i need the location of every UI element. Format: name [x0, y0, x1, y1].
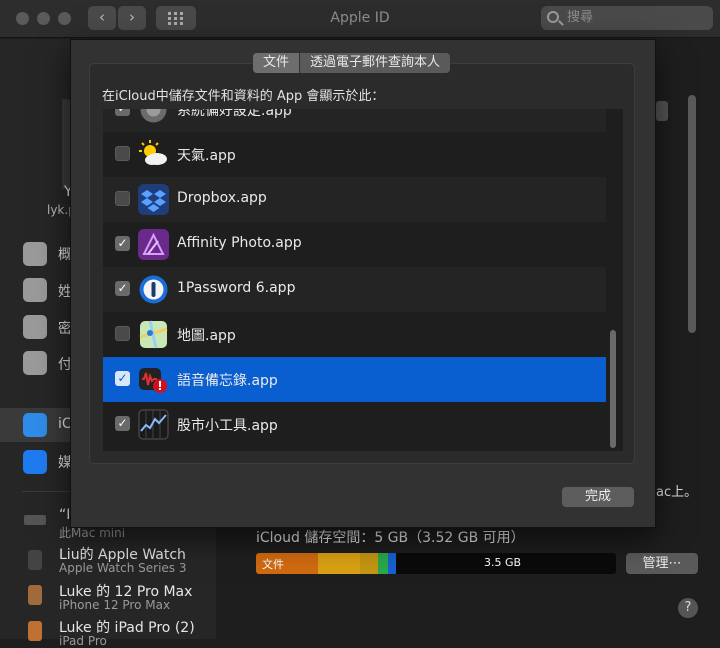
mac-mini-icon — [24, 515, 46, 525]
chevron-left-icon: ‹ — [99, 8, 105, 26]
dropbox-icon — [138, 184, 169, 215]
list-item[interactable]: ✓ 系統偏好設定.app — [103, 109, 606, 132]
appstore-icon — [23, 450, 47, 474]
app-checkbox[interactable]: ✓ — [115, 236, 130, 251]
app-name: 天氣.app — [177, 148, 236, 164]
apple-watch-icon — [28, 550, 42, 570]
1password-icon — [139, 275, 168, 304]
lock-icon — [23, 315, 47, 339]
icloud-icon — [23, 413, 47, 437]
maps-icon — [139, 320, 168, 349]
help-button[interactable]: ? — [678, 598, 698, 618]
minimize-window-button[interactable] — [37, 12, 50, 25]
window-title: Apple ID — [330, 10, 390, 26]
app-name: 系統偏好設定.app — [177, 109, 292, 119]
search-icon — [547, 11, 559, 23]
storage-segment-green — [378, 553, 388, 574]
app-name: 1Password 6.app — [177, 280, 296, 296]
app-name: 地圖.app — [177, 328, 236, 344]
system-preferences-icon — [140, 109, 167, 123]
done-button[interactable]: 完成 — [562, 487, 634, 507]
app-name: 股市小工具.app — [177, 418, 278, 434]
storage-bar: 文件 3.5 GB — [256, 553, 616, 574]
storage-docs-label: 文件 — [262, 558, 284, 571]
chevron-right-icon: › — [129, 8, 135, 26]
app-checkbox[interactable] — [115, 191, 130, 206]
list-item[interactable]: ✓ 股市小工具.app — [103, 402, 606, 447]
icloud-storage-label: iCloud 儲存空間：5 GB（3.52 GB 可用） — [256, 530, 525, 546]
list-item[interactable]: Dropbox.app — [103, 177, 606, 222]
device-sub: iPhone 12 Pro Max — [59, 598, 171, 612]
storage-segment-blue — [388, 553, 396, 574]
apple-icon — [23, 242, 47, 266]
app-checkbox[interactable]: ✓ — [115, 416, 130, 431]
affinity-photo-icon — [138, 229, 169, 260]
card-icon — [23, 351, 47, 375]
app-name: Affinity Photo.app — [177, 235, 302, 251]
close-window-button[interactable] — [16, 12, 29, 25]
search-input[interactable]: 搜尋 — [541, 6, 713, 30]
app-name: 語音備忘錄.app — [177, 373, 278, 389]
show-all-button[interactable] — [156, 6, 196, 30]
zoom-window-button[interactable] — [58, 12, 71, 25]
device-name: “I — [59, 507, 71, 523]
stocks-icon — [138, 409, 169, 440]
app-name: Dropbox.app — [177, 190, 267, 206]
storage-free-label: 3.5 GB — [484, 556, 522, 569]
iphone-icon — [28, 585, 42, 605]
device-sub: Apple Watch Series 3 — [59, 561, 187, 575]
app-checkbox[interactable] — [115, 326, 130, 341]
manage-button[interactable]: 管理⋯ — [626, 553, 698, 574]
app-list[interactable]: ✓ 系統偏好設定.app 天氣.app Dropbox.app ✓ Affini… — [103, 109, 623, 451]
background-scrollbar[interactable] — [688, 95, 696, 333]
mac-option-text: ac上。 — [656, 485, 698, 500]
title-bar: ‹ › Apple ID 搜尋 — [0, 0, 720, 38]
app-checkbox[interactable]: ✓ — [115, 109, 130, 116]
search-placeholder: 搜尋 — [567, 10, 594, 25]
list-item[interactable]: ✓ 1Password 6.app — [103, 267, 606, 312]
list-scrollbar[interactable] — [610, 330, 616, 448]
list-item[interactable]: ✓ 語音備忘錄.app — [103, 357, 606, 402]
app-checkbox[interactable] — [115, 146, 130, 161]
tab-documents[interactable]: 文件 — [253, 53, 300, 73]
device-sub: iPad Pro — [59, 634, 107, 648]
list-item[interactable]: 天氣.app — [103, 132, 606, 177]
list-item[interactable]: 地圖.app — [103, 312, 606, 357]
weather-icon — [139, 140, 167, 165]
back-button[interactable]: ‹ — [88, 6, 116, 30]
storage-segment-other — [318, 553, 360, 574]
apps-group-label: 在iCloud中儲存文件和資料的 App 會顯示於此： — [102, 89, 385, 104]
phone-icon — [23, 278, 47, 302]
sheet-tabs: 文件 透過電子郵件查詢本人 — [253, 53, 451, 73]
app-checkbox[interactable]: ✓ — [115, 371, 130, 386]
voice-memos-icon — [139, 368, 167, 393]
app-checkbox[interactable]: ✓ — [115, 281, 130, 296]
list-item[interactable]: ✓ Affinity Photo.app — [103, 222, 606, 267]
tab-email-lookup[interactable]: 透過電子郵件查詢本人 — [300, 53, 450, 73]
storage-segment-other — [360, 553, 378, 574]
ipad-icon — [28, 621, 42, 641]
background-control — [656, 101, 668, 121]
forward-button[interactable]: › — [118, 6, 146, 30]
